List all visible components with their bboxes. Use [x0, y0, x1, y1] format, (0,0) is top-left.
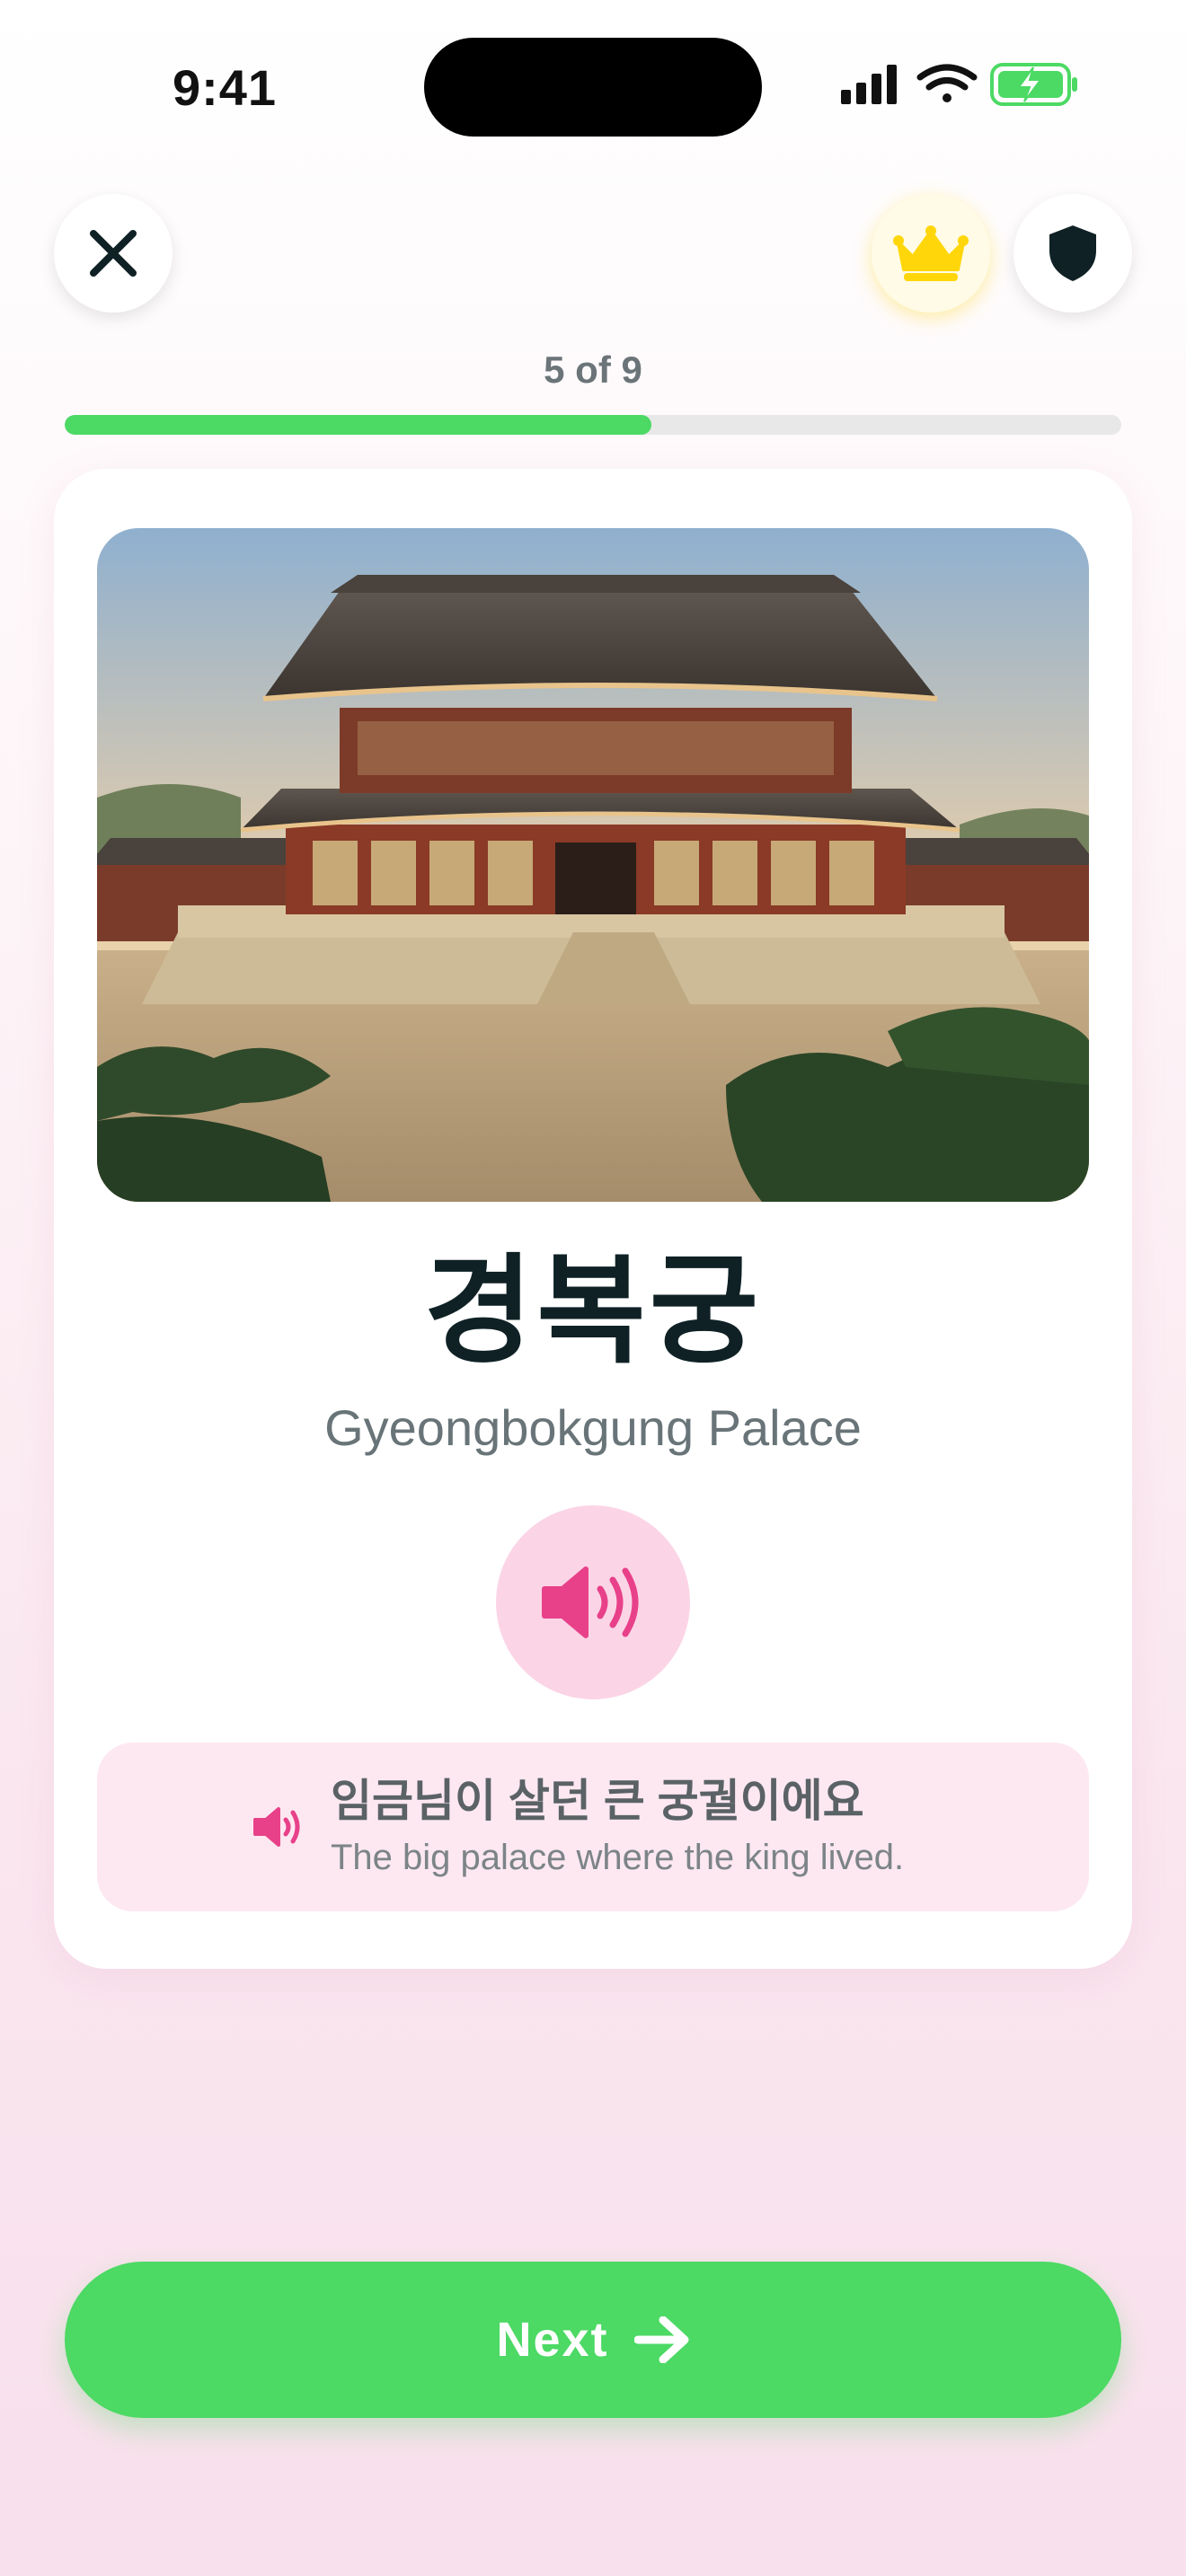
close-button[interactable] — [54, 194, 173, 313]
dynamic-island — [424, 38, 762, 137]
arrow-right-icon — [633, 2316, 689, 2363]
shield-icon — [1049, 225, 1096, 281]
status-time: 9:41 — [172, 59, 278, 116]
progress-bar — [65, 415, 1121, 435]
palace-photo — [97, 528, 1089, 1202]
vocab-transliteration: Gyeongbokgung Palace — [324, 1399, 862, 1456]
progress-label: 5 of 9 — [544, 348, 642, 391]
signal-icon — [841, 65, 897, 104]
close-icon — [90, 230, 137, 277]
wifi-icon — [916, 64, 978, 102]
battery-icon — [990, 63, 1077, 106]
next-button[interactable]: Next — [65, 2262, 1121, 2418]
speaker-icon — [542, 1566, 639, 1638]
play-audio-button[interactable] — [496, 1505, 690, 1699]
progress-fill — [65, 415, 651, 435]
example-speaker-icon[interactable] — [252, 1800, 305, 1854]
vocab-word: 경복궁 — [423, 1245, 763, 1377]
example-korean: 임금님이 살던 큰 궁궐이에요 — [331, 1776, 864, 1826]
crown-icon — [893, 225, 969, 281]
example-english: The big palace where the king lived. — [331, 1838, 905, 1877]
premium-button[interactable] — [872, 194, 990, 313]
shield-button[interactable] — [1013, 194, 1132, 313]
status-icons — [837, 59, 1080, 113]
next-label: Next — [496, 2313, 609, 2367]
